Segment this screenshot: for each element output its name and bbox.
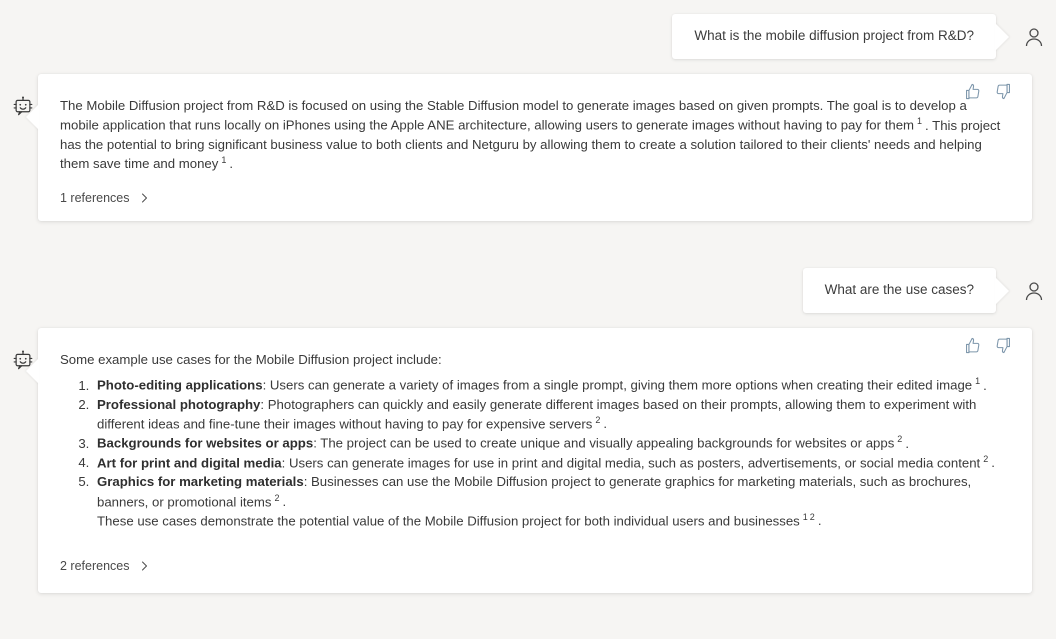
user-message-text: What is the mobile diffusion project fro… [694, 28, 974, 43]
feedback-controls [964, 83, 1012, 100]
citation-marker[interactable]: 1 [800, 512, 809, 522]
user-message-row: What is the mobile diffusion project fro… [672, 14, 1056, 60]
closing-tail: . [817, 513, 822, 529]
list-item-body: : Users can generate a variety of images… [262, 377, 973, 393]
thumbs-down-icon[interactable] [995, 83, 1012, 100]
list-item-tail: . [282, 493, 287, 509]
list-item-tail: . [905, 435, 909, 451]
list-item-body: : The project can be used to create uniq… [313, 435, 895, 451]
use-cases-list: Photo-editing applications: Users can ge… [60, 375, 1004, 511]
citation-marker[interactable]: 2 [592, 415, 601, 425]
feedback-controls [964, 337, 1012, 354]
list-item: Professional photography: Photographers … [93, 395, 1004, 434]
citation-marker[interactable]: 1 [972, 376, 981, 386]
user-avatar [1018, 21, 1050, 53]
assistant-closing-paragraph: These use cases demonstrate the potentia… [60, 511, 1004, 531]
assistant-message-card: The Mobile Diffusion project from R&D is… [38, 74, 1032, 222]
list-item: Art for print and digital media: Users c… [93, 453, 1004, 473]
citation-marker[interactable]: 1 [218, 155, 227, 165]
list-item-term: Art for print and digital media [97, 455, 282, 471]
references-label: 2 references [60, 558, 130, 573]
user-message-bubble: What is the mobile diffusion project fro… [672, 14, 996, 60]
user-avatar [1018, 275, 1050, 307]
list-item: Photo-editing applications: Users can ge… [93, 375, 1004, 395]
paragraph-segment-3: . [229, 156, 234, 172]
assistant-message-row: Some example use cases for the Mobile Di… [0, 328, 1046, 593]
thumbs-up-icon[interactable] [964, 337, 981, 354]
list-item: Graphics for marketing materials: Busine… [93, 472, 1004, 511]
assistant-message-row: The Mobile Diffusion project from R&D is… [0, 74, 1046, 222]
assistant-intro: Some example use cases for the Mobile Di… [60, 352, 442, 367]
assistant-message-body: Some example use cases for the Mobile Di… [60, 350, 1004, 575]
list-item-tail: . [603, 416, 607, 432]
list-item-term: Backgrounds for websites or apps [97, 435, 314, 451]
assistant-message-body: The Mobile Diffusion project from R&D is… [60, 96, 1004, 207]
list-item-term: Photo-editing applications [97, 377, 263, 393]
paragraph-segment-1: The Mobile Diffusion project from R&D is… [60, 98, 967, 133]
references-label: 1 references [60, 191, 130, 206]
chevron-right-icon [138, 560, 150, 572]
assistant-paragraph: The Mobile Diffusion project from R&D is… [60, 96, 1004, 173]
chat-conversation: What is the mobile diffusion project fro… [0, 0, 1056, 639]
user-message-bubble: What are the use cases? [802, 268, 996, 314]
citation-marker[interactable]: 2 [980, 454, 989, 464]
user-message-text: What are the use cases? [824, 282, 974, 297]
thumbs-up-icon[interactable] [964, 83, 981, 100]
list-item-body: : Users can generate images for use in p… [281, 455, 981, 471]
chevron-right-icon [138, 192, 150, 204]
citation-marker[interactable]: 1 [914, 116, 923, 126]
list-item-tail: . [991, 455, 995, 471]
list-item: Backgrounds for websites or apps: The pr… [93, 433, 1004, 453]
user-message-row: What are the use cases? [802, 268, 1056, 314]
citation-marker[interactable]: 2 [894, 434, 903, 444]
closing-text: These use cases demonstrate the potentia… [97, 513, 800, 529]
list-item-term: Graphics for marketing materials [97, 474, 304, 490]
citation-marker[interactable]: 2 [809, 512, 816, 522]
thumbs-down-icon[interactable] [995, 337, 1012, 354]
list-item-tail: . [983, 377, 987, 393]
references-link[interactable]: 2 references [60, 557, 150, 575]
assistant-message-card: Some example use cases for the Mobile Di… [38, 328, 1032, 593]
references-link[interactable]: 1 references [60, 189, 150, 207]
person-icon [1025, 27, 1043, 46]
person-icon [1025, 281, 1043, 300]
list-item-term: Professional photography [97, 396, 261, 412]
